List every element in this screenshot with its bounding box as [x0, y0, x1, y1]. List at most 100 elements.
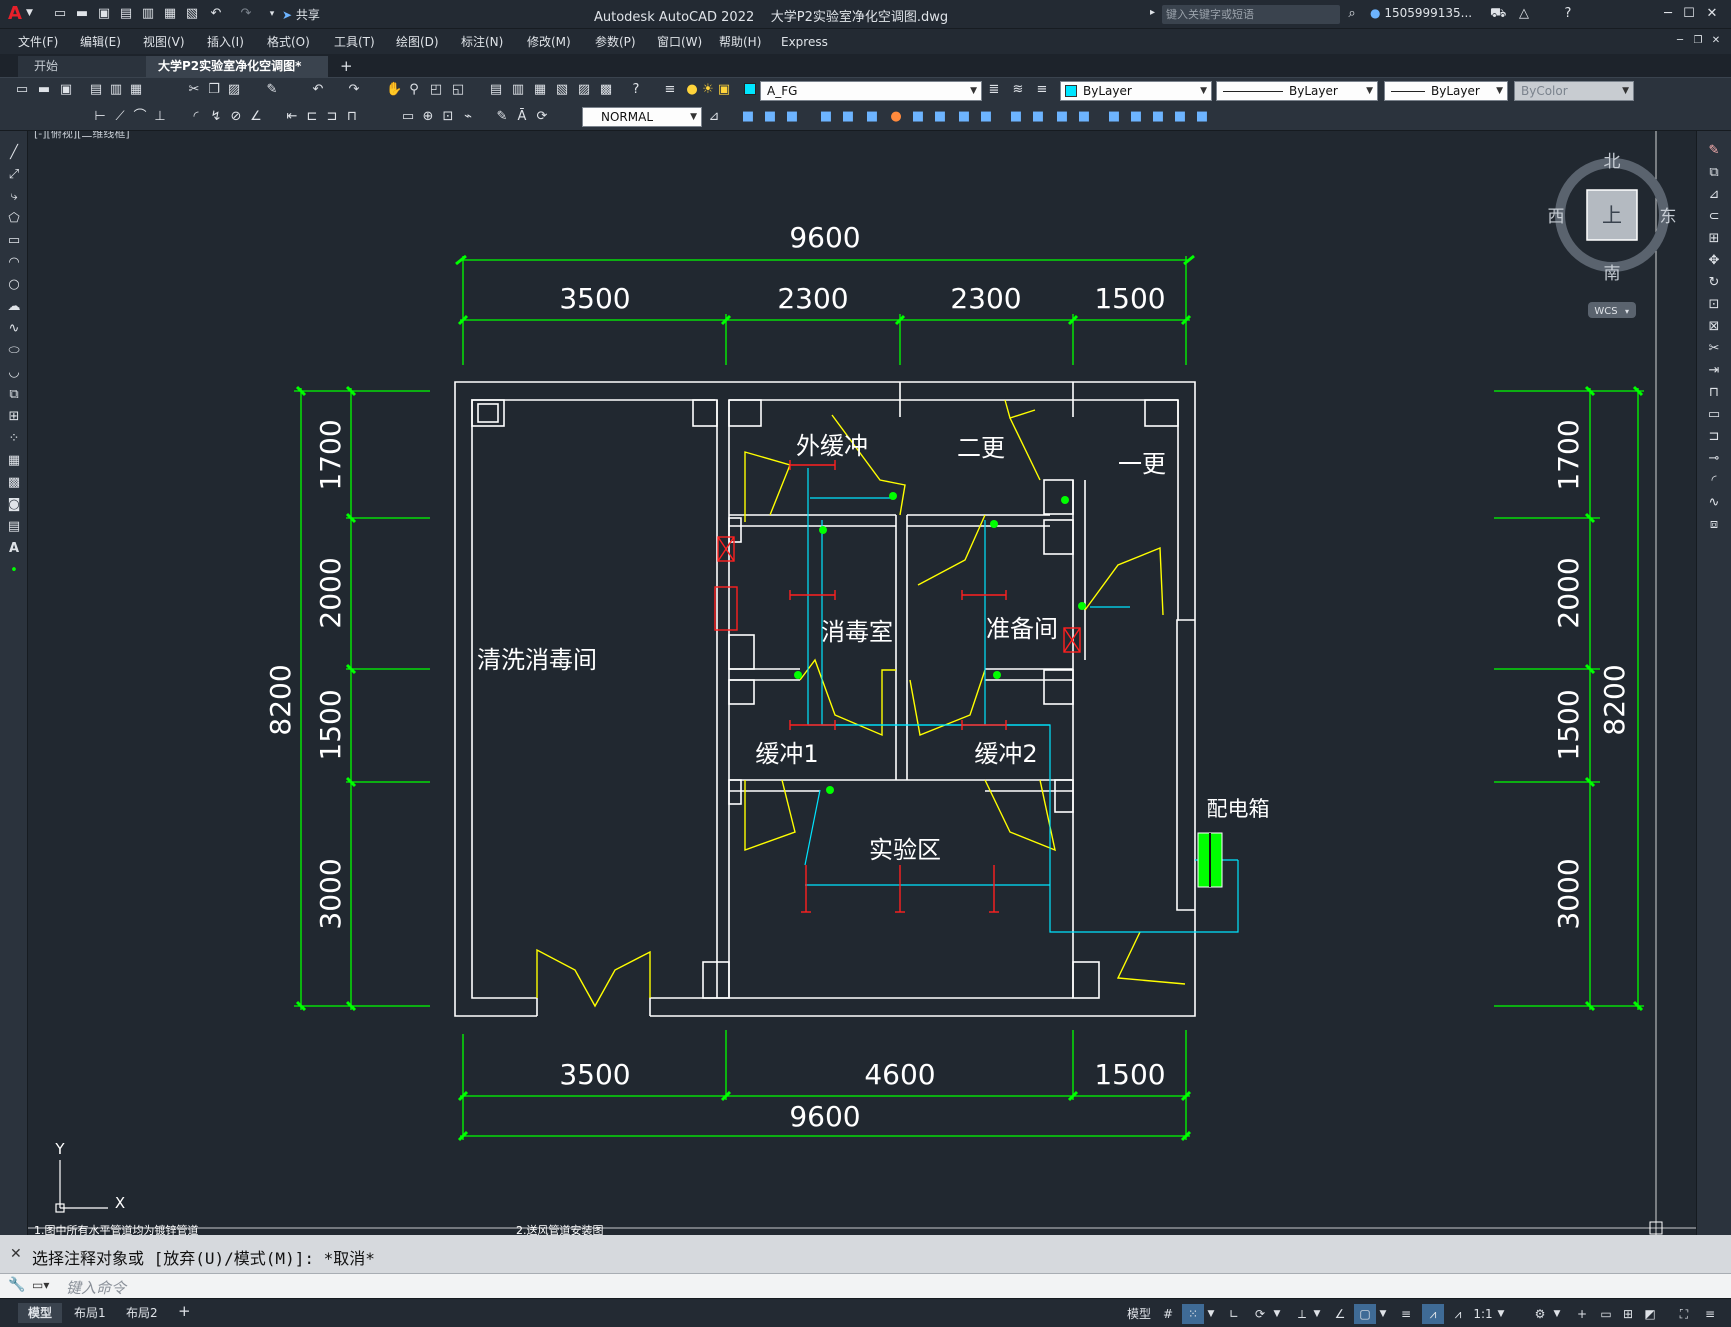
dim-continue-icon[interactable]: ⊐ — [324, 109, 340, 125]
dim-text-edit-icon[interactable]: Ā — [514, 109, 530, 125]
design-center-icon[interactable]: ▥ — [510, 82, 526, 98]
hatch-icon[interactable]: ▦ — [6, 453, 22, 469]
menu-window[interactable]: 窗口(W) — [657, 33, 719, 50]
mirror-icon[interactable]: ■ — [784, 109, 800, 125]
mtext-icon[interactable]: A — [6, 541, 22, 557]
doc-restore-icon[interactable]: ❐ — [1690, 33, 1706, 49]
tab-active-drawing[interactable]: 大学P2实验室净化空调图* × — [146, 56, 328, 94]
undo-icon[interactable]: ↶ — [208, 6, 224, 22]
wcs-label[interactable]: WCS — [1594, 306, 1617, 317]
table-style-icon[interactable]: ■ — [1194, 109, 1210, 125]
save-as-icon[interactable]: ▤ — [118, 6, 134, 22]
rt-join-icon[interactable]: ⊐ — [1706, 429, 1722, 445]
recent-commands-icon[interactable]: ▭▾ — [32, 1278, 49, 1292]
menu-dimension[interactable]: 标注(N) — [461, 33, 527, 50]
rotate-icon[interactable]: ● — [888, 109, 904, 125]
user-account[interactable]: ● 1505999135... — [1370, 6, 1472, 20]
ellipse-icon[interactable]: ⬭ — [6, 343, 22, 359]
trim-icon[interactable]: ■ — [956, 109, 972, 125]
menu-help[interactable]: 帮助(H) — [719, 33, 781, 50]
customize-qat-icon[interactable]: ▾ — [264, 6, 280, 22]
doc-minimize-icon[interactable]: ─ — [1672, 33, 1688, 49]
share-button[interactable]: ➤ 共享 — [282, 6, 320, 23]
layout-tab-1[interactable]: 布局1 — [66, 1303, 114, 1323]
qnew-icon[interactable]: ▭ — [14, 82, 30, 98]
polar-icon[interactable]: ⟳ — [1250, 1304, 1270, 1324]
clean-screen-icon[interactable]: ⛶ — [1674, 1304, 1694, 1324]
customize-icon[interactable]: 🔧 — [8, 1277, 25, 1293]
tb-help-icon[interactable]: ? — [628, 82, 644, 98]
properties-icon[interactable]: ▤ — [488, 82, 504, 98]
open-icon[interactable]: ▬ — [36, 82, 52, 98]
open-web-icon[interactable]: ▥ — [140, 6, 156, 22]
dim-arc-icon[interactable]: ⌒ — [132, 109, 148, 125]
search-icon[interactable]: ⌕ — [1344, 6, 1360, 22]
zoom-window-icon[interactable]: ◰ — [428, 82, 444, 98]
rt-array-icon[interactable]: ⊞ — [1706, 231, 1722, 247]
rt-extend-icon[interactable]: ⇥ — [1706, 363, 1722, 379]
save-web-icon[interactable]: ▦ — [162, 6, 178, 22]
paste-icon[interactable]: ▨ — [226, 82, 242, 98]
menu-view[interactable]: 视图(V) — [143, 33, 207, 50]
rt-fillet-icon[interactable]: ◜ — [1706, 473, 1722, 489]
annotation-visibility-icon[interactable]: ⩘ — [1422, 1304, 1444, 1324]
color-dropdown[interactable]: ByLayer ▼ — [1060, 81, 1212, 101]
layer-freeze-icon[interactable]: ☀ — [700, 82, 716, 98]
layer-dropdown[interactable]: A_FG ▼ — [760, 81, 982, 101]
dimstyle-dropdown[interactable]: NORMAL ▼ — [582, 107, 702, 127]
dim-diameter-icon[interactable]: ⊘ — [228, 109, 244, 125]
menu-tools[interactable]: 工具(T) — [334, 33, 396, 50]
rt-move-icon[interactable]: ✥ — [1706, 253, 1722, 269]
rt-break-icon[interactable]: ▭ — [1706, 407, 1722, 423]
layer-previous-icon[interactable]: ≋ — [1010, 82, 1026, 98]
layout-tab-model[interactable]: 模型 — [18, 1303, 63, 1323]
layer-on-icon[interactable]: ● — [684, 82, 700, 98]
pan-icon[interactable]: ✋ — [386, 82, 402, 98]
snap-chevron-icon[interactable]: ▼ — [1206, 1304, 1216, 1324]
redo-icon[interactable]: ↷ — [238, 6, 254, 22]
customization-icon[interactable]: ≡ — [1700, 1304, 1720, 1324]
osnap-icon[interactable]: ▢ — [1354, 1304, 1376, 1324]
autodesk-app-icon[interactable]: △ — [1516, 6, 1532, 22]
point-icon[interactable]: ⁘ — [6, 431, 22, 447]
polygon-icon[interactable]: ⬠ — [6, 211, 22, 227]
new-file-icon[interactable]: ▭ — [52, 6, 68, 22]
open-file-icon[interactable]: ▬ — [74, 6, 90, 22]
rt-stretch-icon[interactable]: ⊠ — [1706, 319, 1722, 335]
copy-icon[interactable]: ❐ — [206, 82, 222, 98]
scale-icon[interactable]: ■ — [910, 109, 926, 125]
tab-start[interactable]: 开始 — [18, 56, 146, 77]
rt-chamfer-icon[interactable]: ⊸ — [1706, 451, 1722, 467]
menu-edit[interactable]: 编辑(E) — [80, 33, 143, 50]
dim-baseline-icon[interactable]: ⊏ — [304, 109, 320, 125]
layout-tab-2[interactable]: 布局2 — [118, 1303, 166, 1323]
dim-linear-icon[interactable]: ⊢ — [92, 109, 108, 125]
iso-chevron-icon[interactable]: ▼ — [1312, 1304, 1322, 1324]
otrack-icon[interactable]: ∠ — [1330, 1304, 1350, 1324]
isolate-objects-icon[interactable]: ◩ — [1640, 1304, 1660, 1324]
quick-dim-icon[interactable]: ⇤ — [284, 109, 300, 125]
menu-modify[interactable]: 修改(M) — [527, 33, 595, 50]
polar-chevron-icon[interactable]: ▼ — [1272, 1304, 1282, 1324]
dimstyle-manager-icon[interactable]: ⊿ — [706, 109, 722, 125]
rt-break-point-icon[interactable]: ⊓ — [1706, 385, 1722, 401]
viewcube-south[interactable]: 南 — [1604, 264, 1621, 284]
menu-parametric[interactable]: 参数(P) — [595, 33, 657, 50]
line-icon[interactable]: ╱ — [6, 145, 22, 161]
annotation-monitor-icon[interactable]: + — [1572, 1304, 1592, 1324]
new-tab-button[interactable]: + — [334, 56, 360, 77]
revcloud-icon[interactable]: ☁ — [6, 299, 22, 315]
construction-line-icon[interactable]: ⤢ — [6, 167, 22, 183]
dim-angular-icon[interactable]: ∠ — [248, 109, 264, 125]
command-input[interactable]: 键入命令 — [66, 1277, 1706, 1297]
calculator-icon[interactable]: ▩ — [598, 82, 614, 98]
command-close-icon[interactable]: ✕ — [10, 1246, 22, 1262]
rt-scale-icon[interactable]: ⊡ — [1706, 297, 1722, 313]
dim-edit-icon[interactable]: ✎ — [494, 109, 510, 125]
dim-update-icon[interactable]: ⟳ — [534, 109, 550, 125]
chamfer-icon[interactable]: ■ — [1054, 109, 1070, 125]
rt-rotate-icon[interactable]: ↻ — [1706, 275, 1722, 291]
menu-draw[interactable]: 绘图(D) — [396, 33, 461, 50]
search-expand-icon[interactable]: ▸ — [1150, 7, 1155, 18]
linetype-dropdown[interactable]: ByLayer ▼ — [1216, 81, 1378, 101]
